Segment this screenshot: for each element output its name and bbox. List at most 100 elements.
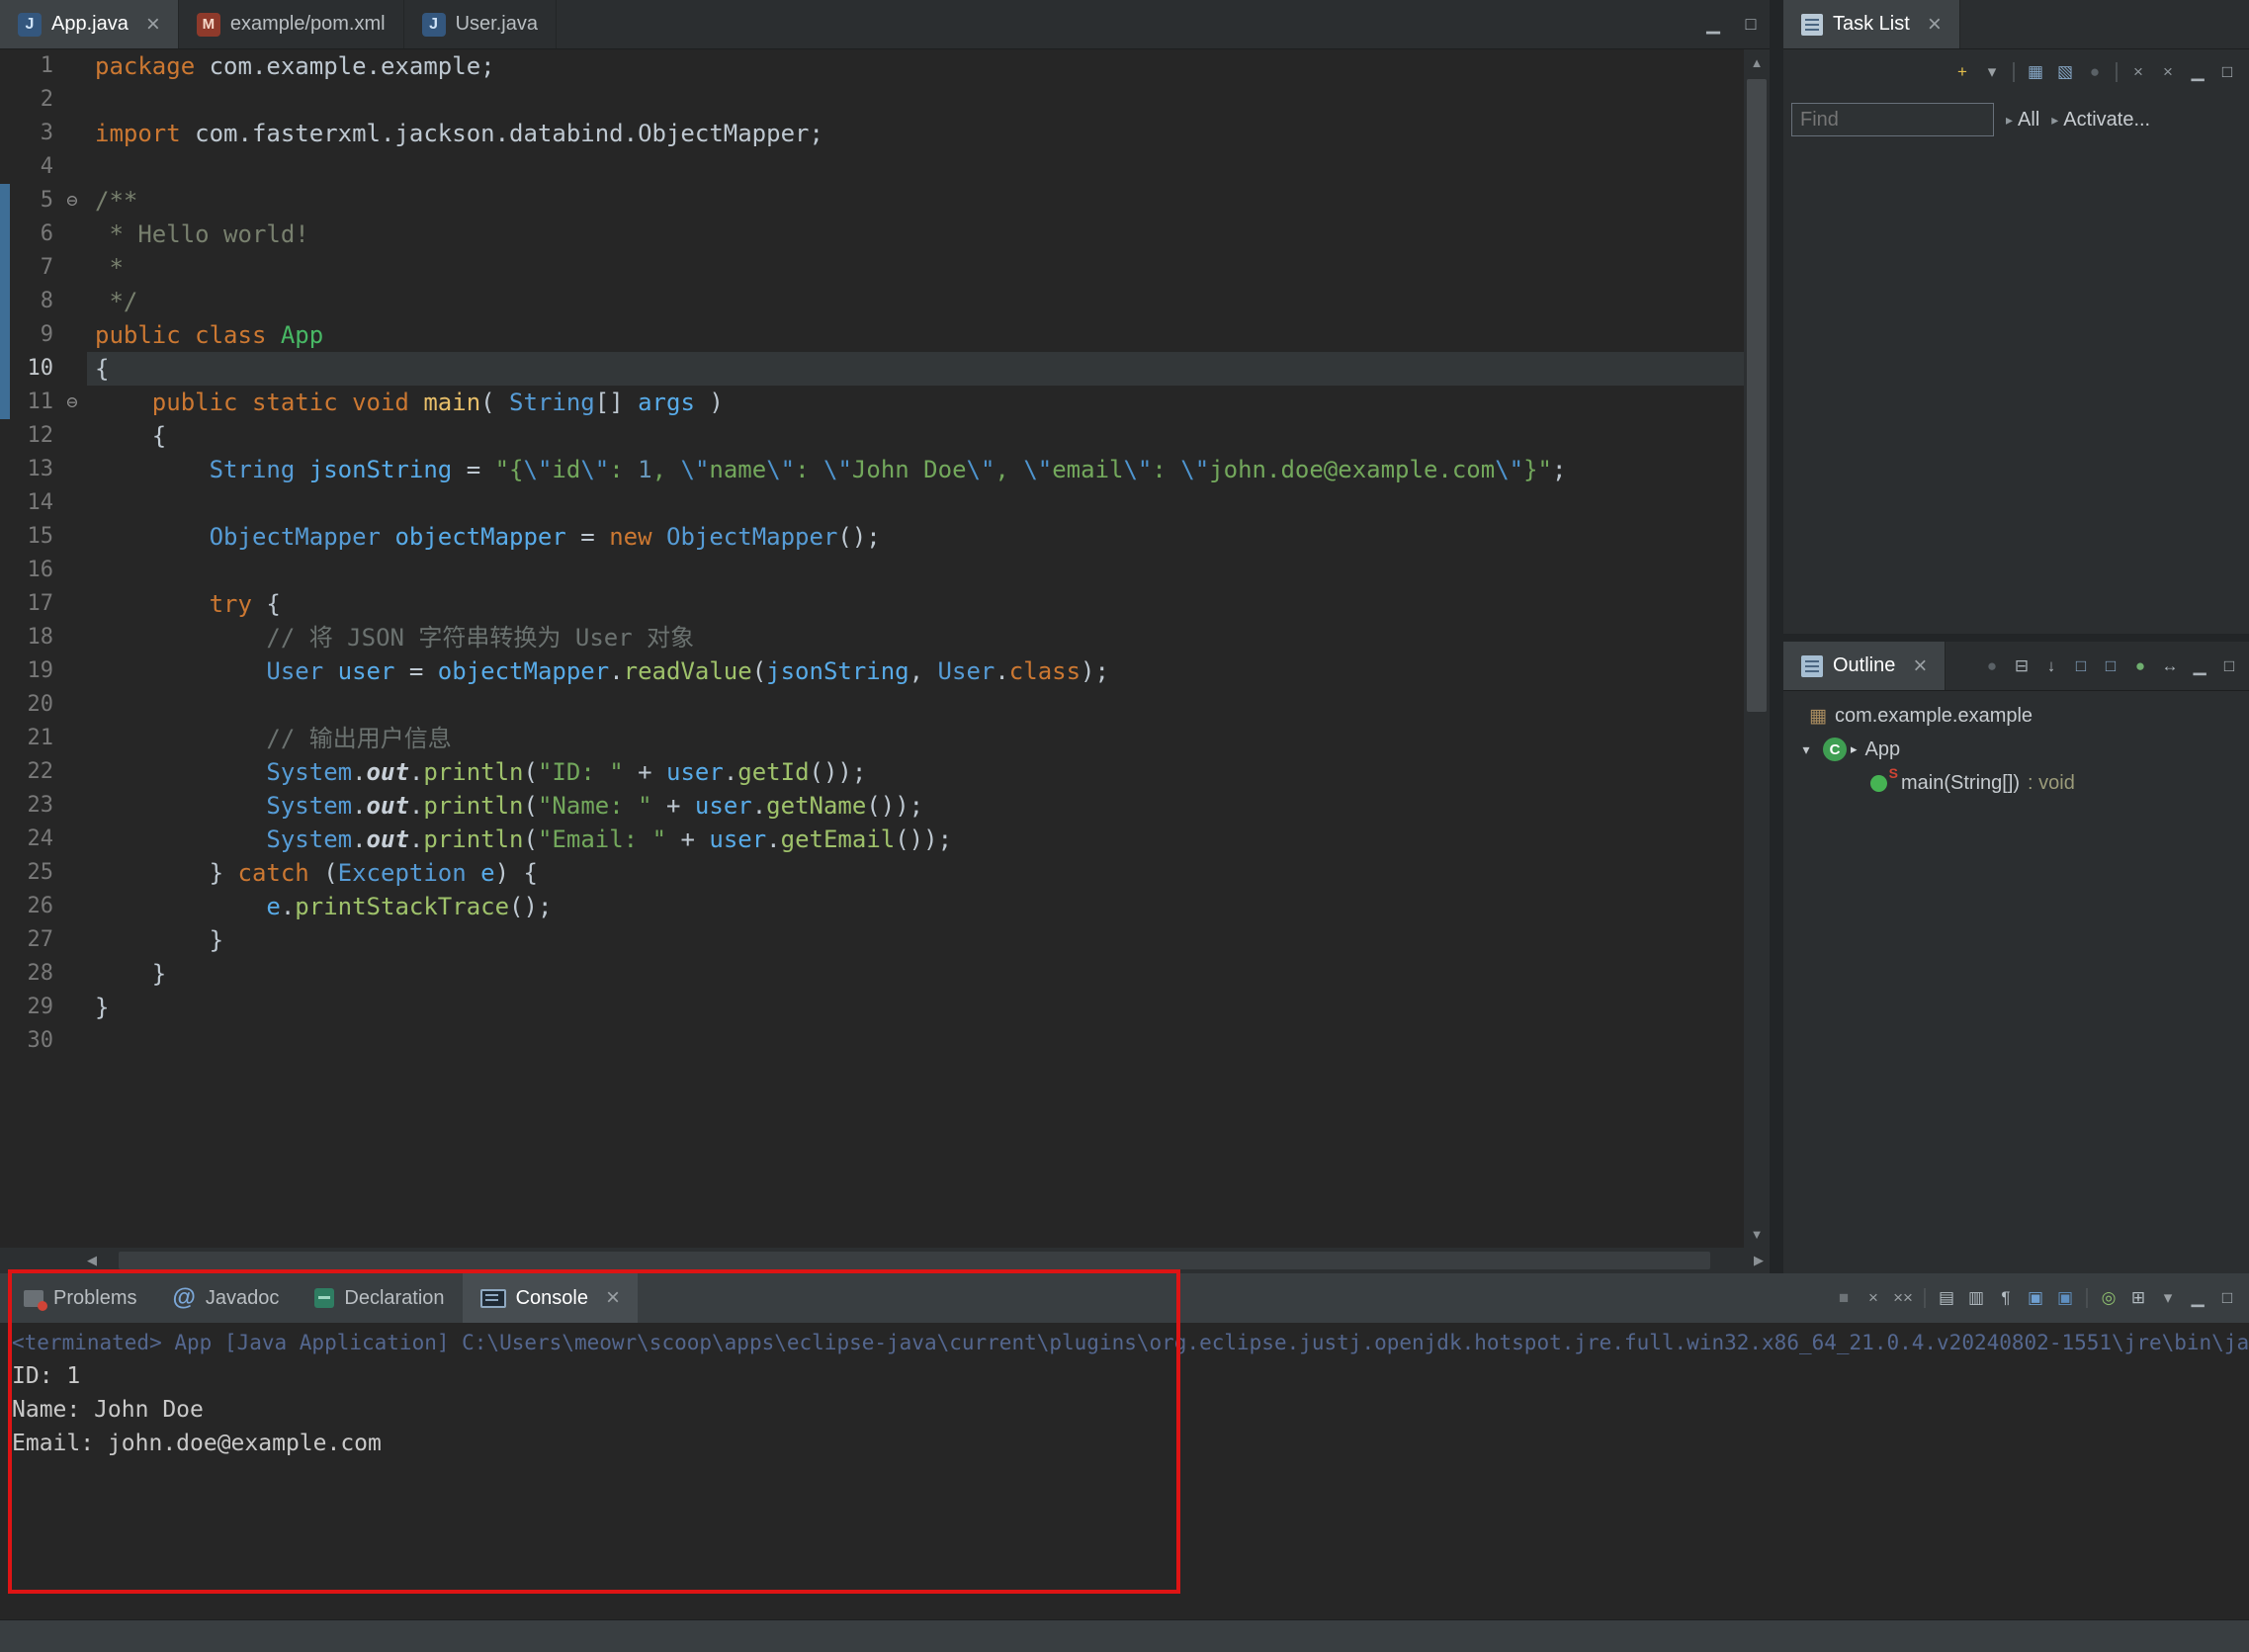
scrollbar-thumb[interactable] xyxy=(1747,79,1767,712)
maximize-icon[interactable]: □ xyxy=(1732,0,1770,48)
code-line-29[interactable]: 29} xyxy=(0,991,1744,1024)
panel-divider[interactable] xyxy=(1770,0,1783,1273)
code-line-16[interactable]: 16 xyxy=(0,554,1744,587)
close-icon[interactable]: × xyxy=(1913,654,1927,678)
tab-task-list[interactable]: Task List × xyxy=(1783,0,1960,48)
hide-fields-icon[interactable]: □ xyxy=(2067,652,2095,680)
tab-console[interactable]: Console × xyxy=(463,1273,638,1323)
code-line-10[interactable]: 10{ xyxy=(0,352,1744,386)
sort-icon[interactable]: ↓ xyxy=(2037,652,2065,680)
line-number[interactable]: 15 xyxy=(0,520,57,554)
line-number[interactable]: 26 xyxy=(0,890,57,923)
line-number[interactable]: 30 xyxy=(0,1024,57,1058)
code-line-15[interactable]: 15 ObjectMapper objectMapper = new Objec… xyxy=(0,520,1744,554)
focus-on-workweek-icon[interactable]: ● xyxy=(2081,58,2109,86)
maximize-icon[interactable]: □ xyxy=(2215,652,2243,680)
find-input[interactable] xyxy=(1791,103,1994,136)
outline-node-package[interactable]: ▦ com.example.example xyxy=(1783,699,2249,733)
tab-declaration[interactable]: Declaration xyxy=(297,1273,462,1323)
maximize-icon[interactable]: □ xyxy=(2213,58,2241,86)
activate-control[interactable]: ▸ Activate... xyxy=(2051,109,2150,131)
dropdown-icon[interactable]: ▾ xyxy=(2154,1284,2182,1312)
code-line-20[interactable]: 20 xyxy=(0,688,1744,722)
line-number[interactable]: 14 xyxy=(0,486,57,520)
tab-app-java[interactable]: J App.java × xyxy=(0,0,179,48)
code-line-8[interactable]: 8 */ xyxy=(0,285,1744,318)
line-number[interactable]: 2 xyxy=(0,83,57,117)
code-area[interactable]: 1package com.example.example;23import co… xyxy=(0,49,1744,1248)
code-line-9[interactable]: 9public class App xyxy=(0,318,1744,352)
code-line-26[interactable]: 26 e.printStackTrace(); xyxy=(0,890,1744,923)
close-icon[interactable]: × xyxy=(606,1286,620,1310)
line-number[interactable]: 27 xyxy=(0,923,57,957)
code-line-17[interactable]: 17 try { xyxy=(0,587,1744,621)
filter-all-control[interactable]: ▸ All xyxy=(2006,109,2039,131)
show-stderr-icon[interactable]: ▣ xyxy=(2051,1284,2079,1312)
line-number[interactable]: 29 xyxy=(0,991,57,1024)
line-number[interactable]: 21 xyxy=(0,722,57,755)
code-line-1[interactable]: 1package com.example.example; xyxy=(0,49,1744,83)
fold-icon[interactable]: ⊖ xyxy=(57,386,87,419)
code-line-13[interactable]: 13 String jsonString = "{\"id\": 1, \"na… xyxy=(0,453,1744,486)
tab-outline[interactable]: Outline × xyxy=(1783,642,1946,690)
code-line-6[interactable]: 6 * Hello world! xyxy=(0,217,1744,251)
dropdown-icon[interactable]: ▾ xyxy=(1978,58,2006,86)
hide-completed-icon[interactable]: × xyxy=(2124,58,2152,86)
outline-node-class[interactable]: ▾ C ▸ App xyxy=(1783,733,2249,766)
tab-problems[interactable]: Problems xyxy=(6,1273,154,1323)
pin-console-icon[interactable]: ◎ xyxy=(2095,1284,2122,1312)
focus-icon[interactable]: ● xyxy=(1978,652,2006,680)
link-with-editor-icon[interactable]: ↔ xyxy=(2156,652,2184,680)
scroll-right-icon[interactable]: ▶ xyxy=(1754,1253,1764,1268)
line-number[interactable]: 16 xyxy=(0,554,57,587)
console-output[interactable]: <terminated> App [Java Application] C:\U… xyxy=(0,1323,2249,1619)
code-line-21[interactable]: 21 // 输出用户信息 xyxy=(0,722,1744,755)
line-number[interactable]: 19 xyxy=(0,654,57,688)
code-line-28[interactable]: 28 } xyxy=(0,957,1744,991)
scroll-left-icon[interactable]: ◀ xyxy=(87,1253,97,1268)
line-number[interactable]: 20 xyxy=(0,688,57,722)
terminate-icon[interactable]: ■ xyxy=(1830,1284,1858,1312)
code-line-4[interactable]: 4 xyxy=(0,150,1744,184)
scroll-down-icon[interactable]: ▼ xyxy=(1751,1227,1764,1242)
code-line-2[interactable]: 2 xyxy=(0,83,1744,117)
scheduled-icon[interactable]: ▧ xyxy=(2051,58,2079,86)
outline-node-method[interactable]: S main(String[]) : void xyxy=(1783,766,2249,800)
code-line-25[interactable]: 25 } catch (Exception e) { xyxy=(0,856,1744,890)
hide-non-public-icon[interactable]: ● xyxy=(2126,652,2154,680)
minimize-icon[interactable]: ▁ xyxy=(2184,58,2211,86)
code-line-14[interactable]: 14 xyxy=(0,486,1744,520)
word-wrap-icon[interactable]: ¶ xyxy=(1992,1284,2020,1312)
line-number[interactable]: 17 xyxy=(0,587,57,621)
show-stdout-icon[interactable]: ▣ xyxy=(2022,1284,2049,1312)
code-line-5[interactable]: 5⊖/** xyxy=(0,184,1744,217)
maximize-icon[interactable]: □ xyxy=(2213,1284,2241,1312)
open-console-icon[interactable]: ⊞ xyxy=(2124,1284,2152,1312)
line-number[interactable]: 13 xyxy=(0,453,57,486)
minimize-icon[interactable]: ▁ xyxy=(1694,0,1732,48)
chevron-down-icon[interactable]: ▾ xyxy=(1797,741,1815,758)
tab-javadoc[interactable]: @ Javadoc xyxy=(154,1273,297,1323)
clear-console-icon[interactable]: ▤ xyxy=(1933,1284,1960,1312)
vertical-scrollbar[interactable]: ▲ ▼ xyxy=(1744,49,1770,1248)
line-number[interactable]: 28 xyxy=(0,957,57,991)
task-list-body[interactable] xyxy=(1783,144,2249,634)
scroll-lock-icon[interactable]: ▥ xyxy=(1962,1284,1990,1312)
scroll-up-icon[interactable]: ▲ xyxy=(1751,55,1764,70)
line-number[interactable]: 4 xyxy=(0,150,57,184)
code-line-22[interactable]: 22 System.out.println("ID: " + user.getI… xyxy=(0,755,1744,789)
fold-icon[interactable]: ⊖ xyxy=(57,184,87,217)
code-line-3[interactable]: 3import com.fasterxml.jackson.databind.O… xyxy=(0,117,1744,150)
tab-pom-xml[interactable]: M example/pom.xml xyxy=(179,0,404,48)
code-line-11[interactable]: 11⊖ public static void main( String[] ar… xyxy=(0,386,1744,419)
line-number[interactable]: 23 xyxy=(0,789,57,823)
code-line-12[interactable]: 12 { xyxy=(0,419,1744,453)
code-line-18[interactable]: 18 // 将 JSON 字符串转换为 User 对象 xyxy=(0,621,1744,654)
hide-static-members-icon[interactable]: □ xyxy=(2097,652,2124,680)
remove-launch-icon[interactable]: × xyxy=(1860,1284,1887,1312)
close-icon[interactable]: × xyxy=(146,13,160,37)
minimize-icon[interactable]: ▁ xyxy=(2184,1284,2211,1312)
line-number[interactable]: 12 xyxy=(0,419,57,453)
code-line-19[interactable]: 19 User user = objectMapper.readValue(js… xyxy=(0,654,1744,688)
code-line-7[interactable]: 7 * xyxy=(0,251,1744,285)
